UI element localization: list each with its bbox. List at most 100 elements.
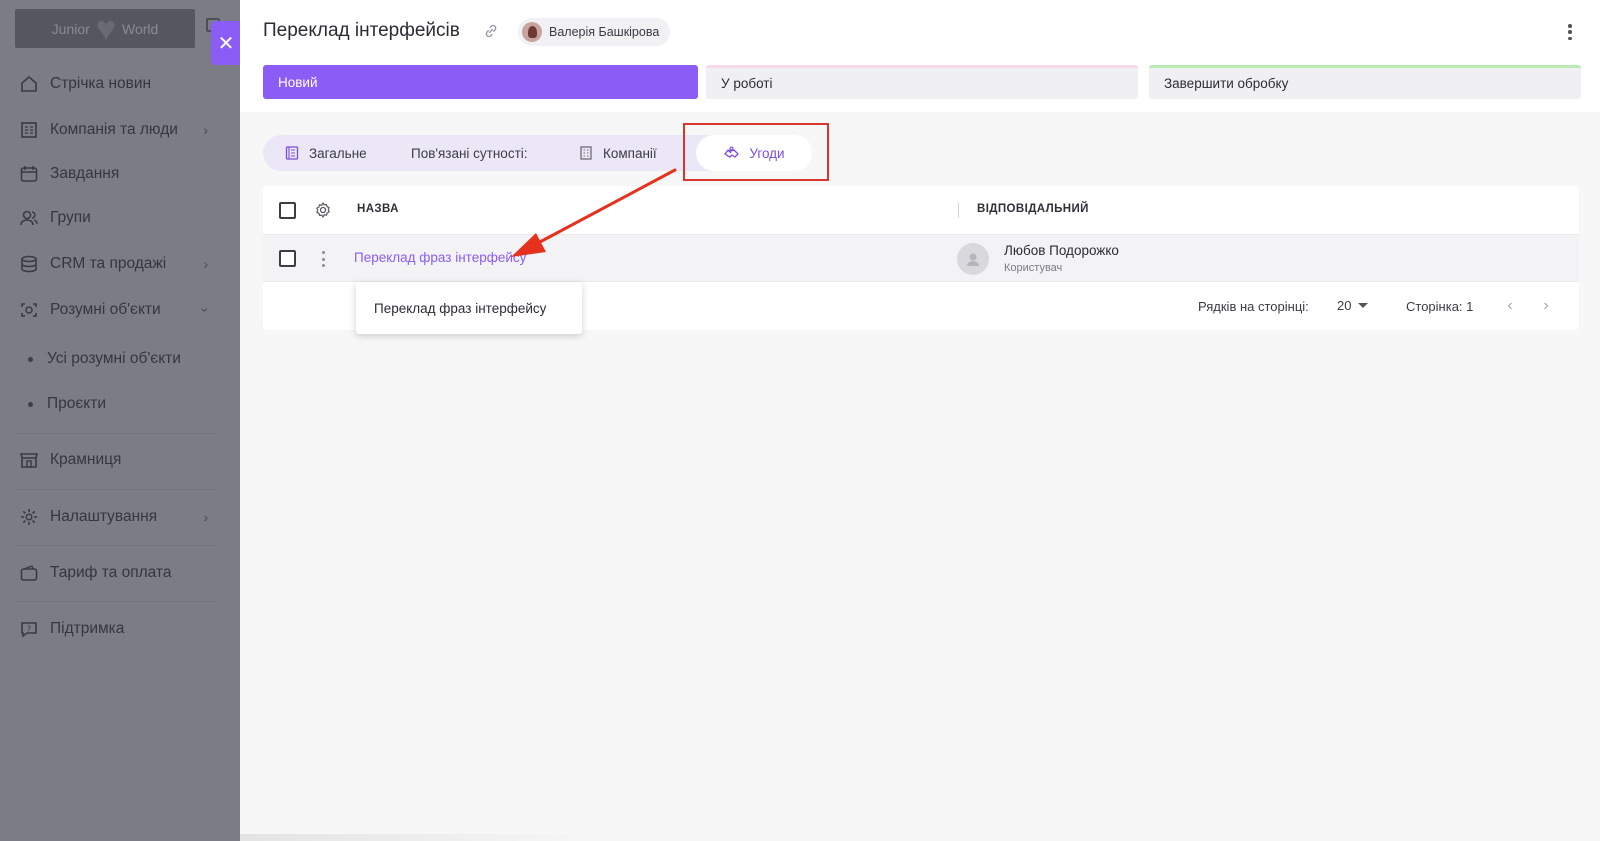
store-icon <box>18 449 40 471</box>
owner-name: Валерія Башкірова <box>549 25 660 39</box>
sidebar-item-label: Розумні об'єкти <box>50 301 161 318</box>
caret-down-icon <box>1358 303 1369 308</box>
stage-in-progress-button[interactable]: У роботі <box>706 65 1138 99</box>
sidebar-divider <box>16 433 216 434</box>
chevron-down-icon: › <box>197 307 214 313</box>
sidebar-item-settings[interactable]: Налаштування › <box>0 497 226 537</box>
sidebar-item-support[interactable]: ? Підтримка <box>0 609 226 649</box>
chevron-right-icon: › <box>203 122 208 138</box>
sidebar-item-label: Налаштування <box>50 508 158 525</box>
sidebar-item-label: CRM та продажі <box>50 255 167 272</box>
building-icon <box>18 119 40 141</box>
table-header: НАЗВА ВІДПОВІДАЛЬНИЙ <box>263 186 1579 235</box>
link-icon[interactable] <box>483 23 499 39</box>
gear-icon <box>18 506 40 528</box>
chevron-right-icon: › <box>1543 297 1549 314</box>
row-checkbox[interactable] <box>279 250 296 267</box>
home-icon <box>18 73 40 95</box>
tab-label: Пов'язані сутності: <box>411 145 528 161</box>
database-icon <box>18 253 40 275</box>
sidebar-item-groups[interactable]: Групи <box>0 198 226 238</box>
prev-page-button[interactable]: ‹ <box>1500 296 1520 316</box>
table-settings-gear-icon[interactable] <box>314 201 332 219</box>
tab-companies[interactable]: Компанії <box>578 135 657 171</box>
table-row[interactable]: Переклад фраз інтерфейсу Любов Подорожко… <box>263 235 1579 282</box>
sidebar-item-label: Стрічка новин <box>50 75 152 92</box>
sidebar-divider <box>16 545 216 546</box>
sidebar-divider <box>16 489 216 490</box>
sidebar-item-label: Крамниця <box>50 451 122 468</box>
close-icon: ✕ <box>217 32 235 55</box>
logo-text-left: Junior <box>51 20 90 37</box>
sidebar-item-label: Тариф та оплата <box>50 564 172 581</box>
bullet-icon <box>28 356 33 362</box>
rows-per-page-label: Рядків на сторінці: <box>1198 299 1309 314</box>
column-header-name[interactable]: НАЗВА <box>357 203 399 215</box>
users-icon <box>18 207 40 229</box>
tab-related-label: Пов'язані сутності: <box>411 135 528 171</box>
sidebar: Junior ♥ World Стрічка новин Компанія та… <box>0 0 240 841</box>
annotation-highlight-box <box>683 123 829 181</box>
sidebar-item-billing[interactable]: Тариф та оплата <box>0 553 226 593</box>
sidebar-subitem-label: Усі розумні об'єкти <box>47 350 181 367</box>
sidebar-item-crm[interactable]: CRM та продажі › <box>0 244 226 284</box>
user-avatar-icon <box>967 253 979 266</box>
svg-text:?: ? <box>27 625 31 634</box>
sidebar-item-label: Компанія та люди <box>50 121 178 138</box>
owner-chip[interactable]: Валерія Башкірова <box>518 18 671 46</box>
sidebar-subitem-all-smart-objects[interactable]: Усі розумні об'єкти <box>0 341 226 377</box>
deal-name-tooltip: Переклад фраз інтерфейсу <box>356 282 582 334</box>
sidebar-item-news[interactable]: Стрічка новин <box>0 64 226 104</box>
stage-label: Новий <box>278 74 318 90</box>
page-number-label: Сторінка: 1 <box>1406 299 1474 314</box>
support-icon: ? <box>18 618 40 640</box>
smart-object-icon <box>18 299 40 321</box>
chevron-left-icon: ‹ <box>1507 297 1513 314</box>
tab-label: Загальне <box>309 145 367 161</box>
tab-general[interactable]: Загальне <box>284 135 367 171</box>
sidebar-divider <box>16 601 216 602</box>
sidebar-item-label: Групи <box>50 209 91 226</box>
panel-bottom-shadow <box>240 834 600 841</box>
page-title: Переклад інтерфейсів <box>263 20 460 41</box>
heart-logo-icon: ♥ <box>95 9 116 48</box>
select-all-checkbox[interactable] <box>279 202 296 219</box>
responsible-name[interactable]: Любов Подорожко <box>1004 243 1119 258</box>
document-icon <box>285 146 299 160</box>
building-icon <box>580 146 592 160</box>
column-separator[interactable] <box>958 203 959 218</box>
avatar <box>957 243 989 275</box>
chevron-right-icon: › <box>203 509 208 525</box>
chevron-right-icon: › <box>203 256 208 272</box>
sidebar-item-label: Підтримка <box>50 620 125 637</box>
panel-header: Переклад інтерфейсів Валерія Башкірова Н… <box>240 0 1600 112</box>
sidebar-item-smart-objects[interactable]: Розумні об'єкти › <box>0 290 226 330</box>
sidebar-item-tasks[interactable]: Завдання <box>0 154 226 194</box>
column-header-responsible[interactable]: ВІДПОВІДАЛЬНИЙ <box>977 203 1089 215</box>
avatar <box>522 22 542 42</box>
bullet-icon <box>28 401 33 407</box>
wallet-icon <box>18 562 40 584</box>
close-panel-button[interactable]: ✕ <box>211 21 241 65</box>
tab-label: Компанії <box>603 145 657 161</box>
deal-name-link[interactable]: Переклад фраз інтерфейсу <box>354 250 526 265</box>
stage-finish-button[interactable]: Завершити обробку <box>1149 65 1581 99</box>
calendar-icon <box>18 163 40 185</box>
sidebar-item-label: Завдання <box>50 165 120 182</box>
sidebar-item-company[interactable]: Компанія та люди › <box>0 110 226 150</box>
deal-detail-panel: Переклад інтерфейсів Валерія Башкірова Н… <box>240 0 1600 841</box>
company-logo[interactable]: Junior ♥ World <box>15 9 195 48</box>
rows-per-page-value: 20 <box>1337 298 1352 313</box>
stage-label: Завершити обробку <box>1164 76 1289 91</box>
sidebar-item-store[interactable]: Крамниця <box>0 440 226 480</box>
sidebar-subitem-projects[interactable]: Проєкти <box>0 386 226 422</box>
row-actions-icon[interactable] <box>322 251 326 267</box>
sidebar-subitem-label: Проєкти <box>47 395 107 412</box>
logo-text-right: World <box>122 20 159 37</box>
next-page-button[interactable]: › <box>1536 296 1556 316</box>
more-options-icon[interactable] <box>1568 24 1572 40</box>
stage-new-button[interactable]: Новий <box>263 65 698 99</box>
stage-label: У роботі <box>721 76 773 91</box>
rows-per-page-select[interactable]: 20 <box>1337 298 1369 313</box>
responsible-role: Користувач <box>1004 262 1063 274</box>
